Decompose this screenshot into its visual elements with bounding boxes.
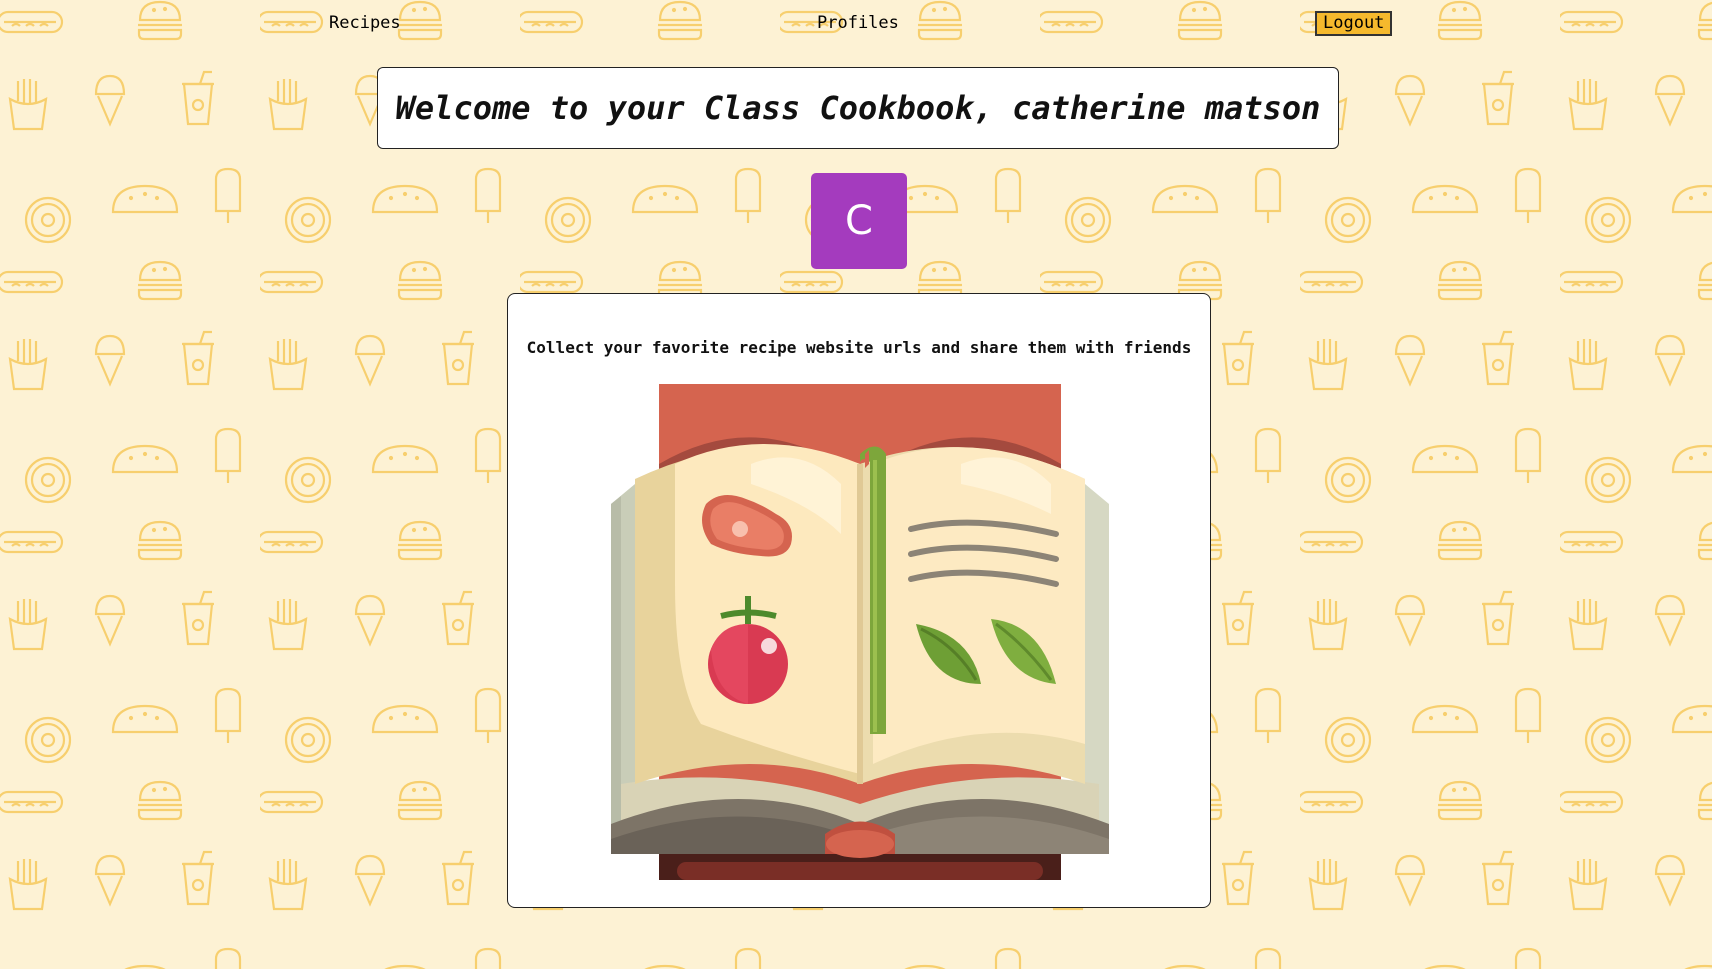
tagline-text: Collect your favorite recipe website url… (526, 338, 1192, 357)
open-cookbook-icon (611, 384, 1109, 880)
nav-profiles-link[interactable]: Profiles (817, 13, 899, 33)
intro-card: Collect your favorite recipe website url… (507, 293, 1211, 908)
nav-recipes-link[interactable]: Recipes (329, 13, 401, 33)
page-title: Welcome to your Class Cookbook, catherin… (395, 89, 1321, 127)
top-nav: Recipes Profiles Logout (0, 0, 1712, 46)
welcome-banner: Welcome to your Class Cookbook, catherin… (377, 67, 1339, 149)
avatar: C (811, 173, 907, 269)
logout-button[interactable]: Logout (1315, 11, 1393, 36)
